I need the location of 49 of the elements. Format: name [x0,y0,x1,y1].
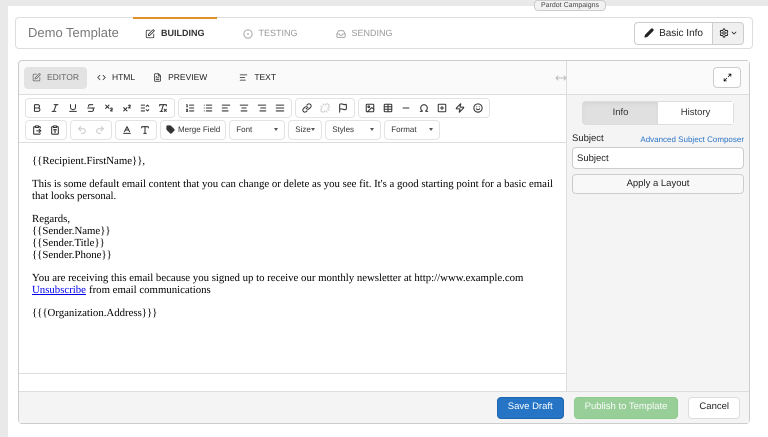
format-dropdown[interactable]: Format [384,120,440,140]
unsubscribe-link[interactable]: Unsubscribe [32,284,86,296]
editor-tab[interactable]: TEXT [231,66,284,88]
caret-icon [429,128,434,131]
step-tab[interactable]: BUILDING [133,17,216,49]
side-tab[interactable]: History [658,102,733,124]
editor-tab[interactable]: EDITOR [24,66,87,88]
apply-layout-button[interactable]: Apply a Layout [572,174,744,194]
settings-dropdown-button[interactable] [713,22,744,44]
footer-button[interactable]: Cancel [688,396,740,418]
editor-tab[interactable]: PREVIEW [145,66,216,88]
body-text: You are receiving this email because you signed up to receive our monthly newsletter at http://www.example.com [32,272,524,284]
subject-label: Subject [572,132,604,146]
body-text: Regards, [32,213,72,225]
template-title: Demo Template [28,24,120,42]
tab-icon [96,73,106,82]
format-dropdown[interactable]: Styles [325,120,382,140]
format-dropdown[interactable]: Size [288,120,322,140]
subject-field[interactable]: Subject [572,147,744,170]
advanced-subject-link[interactable]: Advanced Subject Composer [640,134,744,146]
tab-icon [32,73,41,82]
caret-icon [311,128,316,131]
expand-icon [722,73,732,82]
body-text: {{Sender.Title}} [32,237,106,249]
email-body[interactable] [19,143,566,374]
expand-button[interactable] [713,67,741,88]
merge-field-button[interactable]: Merge Field [160,120,226,140]
body-text: {{Sender.Phone}} [32,249,113,261]
body-text: from email communications [88,284,211,296]
caret-icon [730,29,738,37]
caret-icon [370,128,374,131]
caret-icon [274,128,278,131]
body-text: This is some default email content that you can change or delete as you see fit. It's a good starting point for a basic email that looks personal. [32,178,553,202]
basic-info-button[interactable]: Basic Info [634,22,713,44]
step-icon [336,29,346,39]
editor-tab[interactable]: HTML [88,66,144,88]
body-text: {{Recipient.FirstName}}, [32,155,146,167]
tab-icon [153,73,162,82]
format-dropdown[interactable]: Font [229,120,286,140]
pencil-icon [644,28,654,38]
step-icon [145,29,155,39]
body-text: {{Sender.Name}} [32,225,112,237]
footer-button[interactable]: Save Draft [496,396,564,418]
body-text: {{{Organization.Address}}} [32,307,158,319]
tab-icon [239,73,248,82]
side-tab[interactable]: Info [583,102,658,124]
step-icon [242,29,252,39]
settings-icon [718,28,728,38]
tag-icon [166,125,175,134]
